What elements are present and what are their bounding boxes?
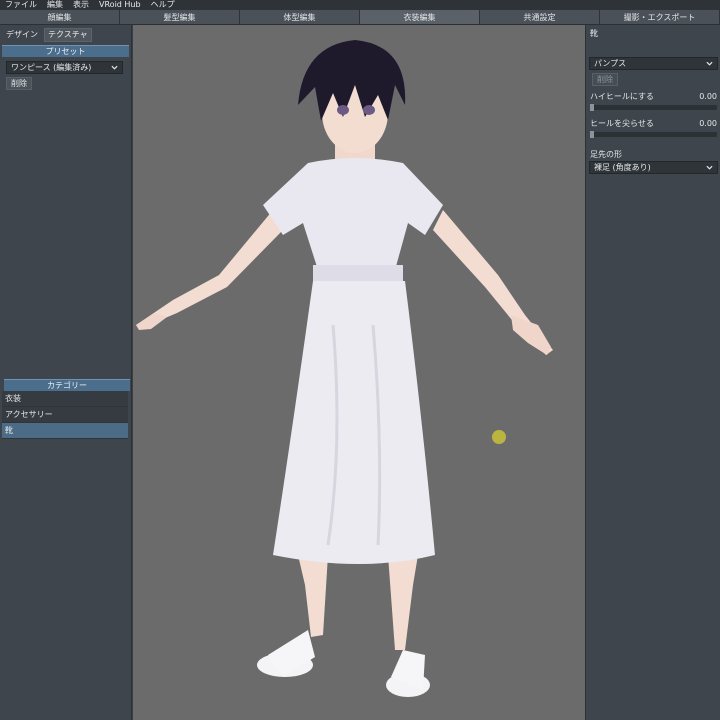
preset-dropdown[interactable]: ワンピース (編集済み) bbox=[6, 61, 123, 74]
toe-shape-label: 足先の形 bbox=[590, 150, 622, 159]
shoe-preset-value: パンプス bbox=[594, 59, 627, 68]
tab-common-settings[interactable]: 共通設定 bbox=[480, 10, 600, 24]
menu-file[interactable]: ファイル bbox=[0, 0, 42, 10]
heel-sharpen-slider[interactable] bbox=[590, 131, 717, 138]
chevron-down-icon bbox=[706, 165, 713, 170]
toe-shape-value: 裸足 (角度あり) bbox=[594, 163, 651, 172]
3d-viewport[interactable] bbox=[133, 25, 585, 720]
shoe-preset-dropdown[interactable]: パンプス bbox=[589, 57, 718, 70]
heel-sharpen-row: ヒールを尖らせる 0.00 bbox=[590, 118, 719, 129]
subtab-texture[interactable]: テクスチャ bbox=[44, 28, 92, 42]
shoe-delete-button[interactable]: 削除 bbox=[592, 73, 618, 86]
heel-sharpen-value[interactable]: 0.00 bbox=[695, 118, 717, 129]
heel-sharpen-slider-thumb[interactable] bbox=[590, 131, 594, 138]
preset-header: プリセット bbox=[2, 45, 129, 57]
preset-dropdown-value: ワンピース (編集済み) bbox=[11, 63, 92, 72]
high-heel-value[interactable]: 0.00 bbox=[695, 91, 717, 102]
toe-shape-dropdown[interactable]: 裸足 (角度あり) bbox=[589, 161, 718, 174]
category-item-accessory[interactable]: アクセサリー bbox=[2, 407, 128, 423]
category-list: 衣装 アクセサリー 靴 bbox=[2, 391, 128, 439]
right-panel: 靴 パンプス 削除 ハイヒールにする 0.00 ヒールを尖らせる 0.00 足先… bbox=[585, 25, 720, 720]
category-item-shoes[interactable]: 靴 bbox=[2, 423, 128, 439]
tab-body-edit[interactable]: 体型編集 bbox=[240, 10, 360, 24]
left-panel: デザイン テクスチャ プリセット ワンピース (編集済み) 削除 カテゴリー 衣… bbox=[0, 25, 132, 720]
preset-delete-button[interactable]: 削除 bbox=[6, 77, 32, 90]
editor-tab-bar: 顔編集 髪型編集 体型編集 衣装編集 共通設定 撮影・エクスポート bbox=[0, 10, 720, 25]
chevron-down-icon bbox=[111, 65, 118, 70]
menu-vroid-hub[interactable]: VRoid Hub bbox=[94, 0, 146, 10]
left-subtabs: デザイン テクスチャ bbox=[0, 25, 131, 42]
tab-photo-export[interactable]: 撮影・エクスポート bbox=[600, 10, 720, 24]
character-model bbox=[136, 40, 553, 697]
high-heel-slider-thumb[interactable] bbox=[590, 104, 594, 111]
tab-outfit-edit[interactable]: 衣装編集 bbox=[360, 10, 480, 24]
high-heel-slider[interactable] bbox=[590, 104, 717, 111]
menu-bar: ファイル 編集 表示 VRoid Hub ヘルプ bbox=[0, 0, 720, 10]
tab-hair-edit[interactable]: 髪型編集 bbox=[120, 10, 240, 24]
menu-view[interactable]: 表示 bbox=[68, 0, 94, 10]
shoes-title: 靴 bbox=[590, 29, 598, 38]
tab-face-edit[interactable]: 顔編集 bbox=[0, 10, 120, 24]
category-header: カテゴリー bbox=[4, 379, 130, 391]
chevron-down-icon bbox=[706, 61, 713, 66]
subtab-design[interactable]: デザイン bbox=[3, 28, 41, 42]
high-heel-row: ハイヒールにする 0.00 bbox=[590, 91, 719, 102]
menu-edit[interactable]: 編集 bbox=[42, 0, 68, 10]
menu-help[interactable]: ヘルプ bbox=[146, 0, 180, 10]
category-item-outfit[interactable]: 衣装 bbox=[2, 391, 128, 407]
